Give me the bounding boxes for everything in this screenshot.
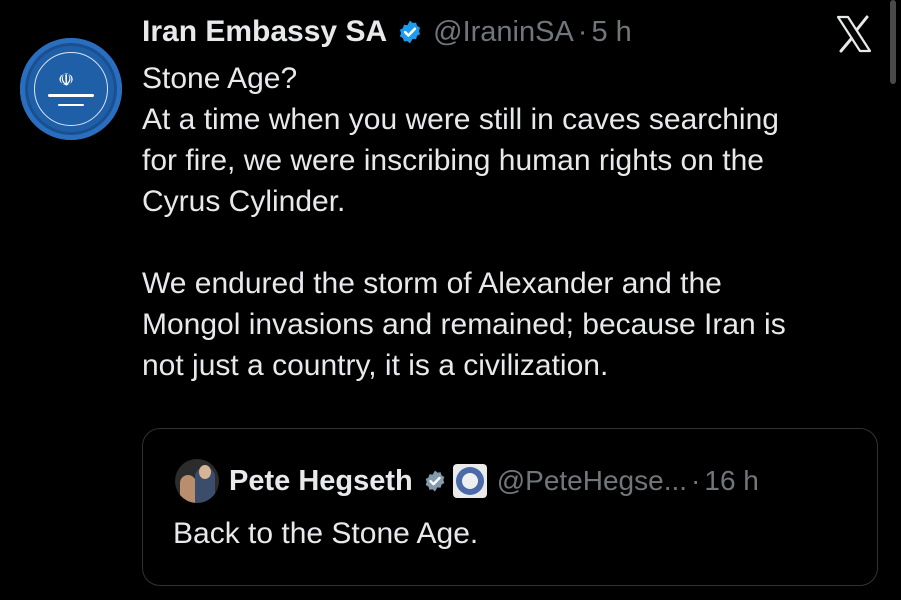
avatar-script-line-2 [58, 104, 84, 106]
avatar-script-line [48, 94, 94, 97]
tweet-line: for fire, we were inscribing human right… [142, 144, 764, 177]
scrollbar[interactable] [890, 0, 896, 84]
x-logo-icon[interactable] [834, 14, 874, 54]
tweet-line: At a time when you were still in caves s… [142, 103, 779, 136]
quoted-timestamp[interactable]: 16 h [704, 465, 759, 497]
profile-avatar[interactable]: ☫ [20, 38, 122, 140]
tweet-line: not just a country, it is a civilization… [142, 349, 609, 382]
separator-dot: · [691, 465, 701, 496]
avatar-face [199, 465, 211, 479]
quoted-author-avatar[interactable] [175, 459, 219, 503]
timestamp[interactable]: 5 h [591, 16, 631, 49]
tweet-line: We endured the storm of Alexander and th… [142, 267, 722, 300]
tweet-header: Iran Embassy SA @IraninSA · 5 h [142, 12, 632, 52]
tweet-line: Mongol invasions and remained; because I… [142, 308, 786, 341]
tweet-line: Cyrus Cylinder. [142, 185, 346, 218]
quoted-tweet-header: Pete Hegseth @PeteHegse... · 16 h [229, 459, 759, 503]
separator-dot: · [577, 15, 588, 48]
department-seal-icon[interactable] [452, 464, 487, 498]
avatar-figure [180, 475, 196, 503]
verified-badge-icon[interactable] [397, 19, 423, 45]
quoted-author-handle[interactable]: @PeteHegse... [497, 465, 687, 497]
tweet-line: Stone Age? [142, 62, 298, 95]
verified-badge-icon[interactable] [423, 469, 447, 493]
tweet-body: Stone Age? At a time when you were still… [142, 58, 882, 386]
quoted-author-name[interactable]: Pete Hegseth [229, 465, 413, 498]
author-handle[interactable]: @IraninSA [433, 16, 574, 49]
quoted-tweet-card[interactable]: Pete Hegseth @PeteHegse... · 16 h Back t… [142, 428, 878, 586]
author-name[interactable]: Iran Embassy SA [142, 15, 387, 49]
quoted-tweet-text: Back to the Stone Age. [173, 517, 479, 550]
seal-core [461, 473, 478, 489]
emblem-icon: ☫ [58, 70, 75, 90]
